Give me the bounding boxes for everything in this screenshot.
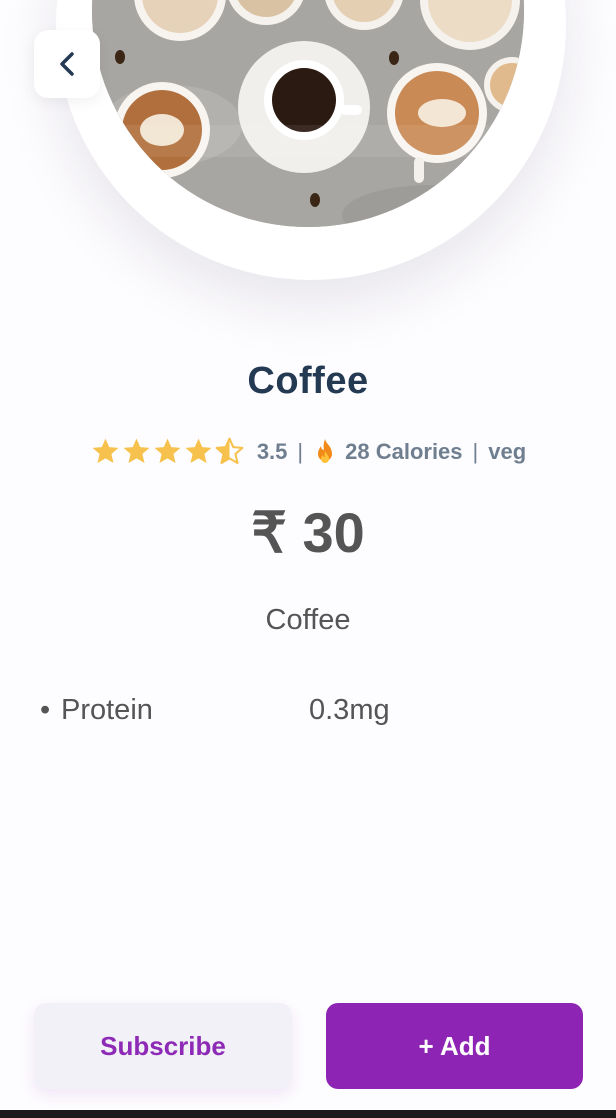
nutrient-value: 0.3mg xyxy=(309,694,390,726)
separator: | xyxy=(472,438,479,464)
product-meta-row: 3.5 | 28 Calories | veg xyxy=(0,436,616,467)
star-icon xyxy=(123,438,150,463)
bullet: • xyxy=(40,694,51,726)
product-description: Coffee xyxy=(265,604,351,636)
rating-stars xyxy=(90,436,245,467)
rating-value: 3.5 xyxy=(256,438,288,464)
nutrient-row: • Protein 0.3mg xyxy=(40,694,600,734)
star-icon xyxy=(154,438,181,463)
diet-type: veg xyxy=(488,438,527,464)
product-price: ₹ 30 xyxy=(251,501,365,564)
system-bottom-bar xyxy=(0,1110,616,1118)
chevron-left-icon xyxy=(60,52,74,76)
subscribe-button[interactable]: Subscribe xyxy=(34,1003,292,1089)
separator: | xyxy=(297,438,304,464)
star-half-icon xyxy=(215,437,244,465)
nutrient-name: Protein xyxy=(61,694,153,726)
back-button[interactable] xyxy=(34,30,100,98)
calories: 28 Calories xyxy=(345,438,463,464)
add-button[interactable]: + Add xyxy=(326,1003,583,1089)
star-icon xyxy=(185,438,212,463)
product-title: Coffee xyxy=(247,360,369,402)
star-icon xyxy=(92,438,119,463)
fire-icon xyxy=(318,438,333,463)
